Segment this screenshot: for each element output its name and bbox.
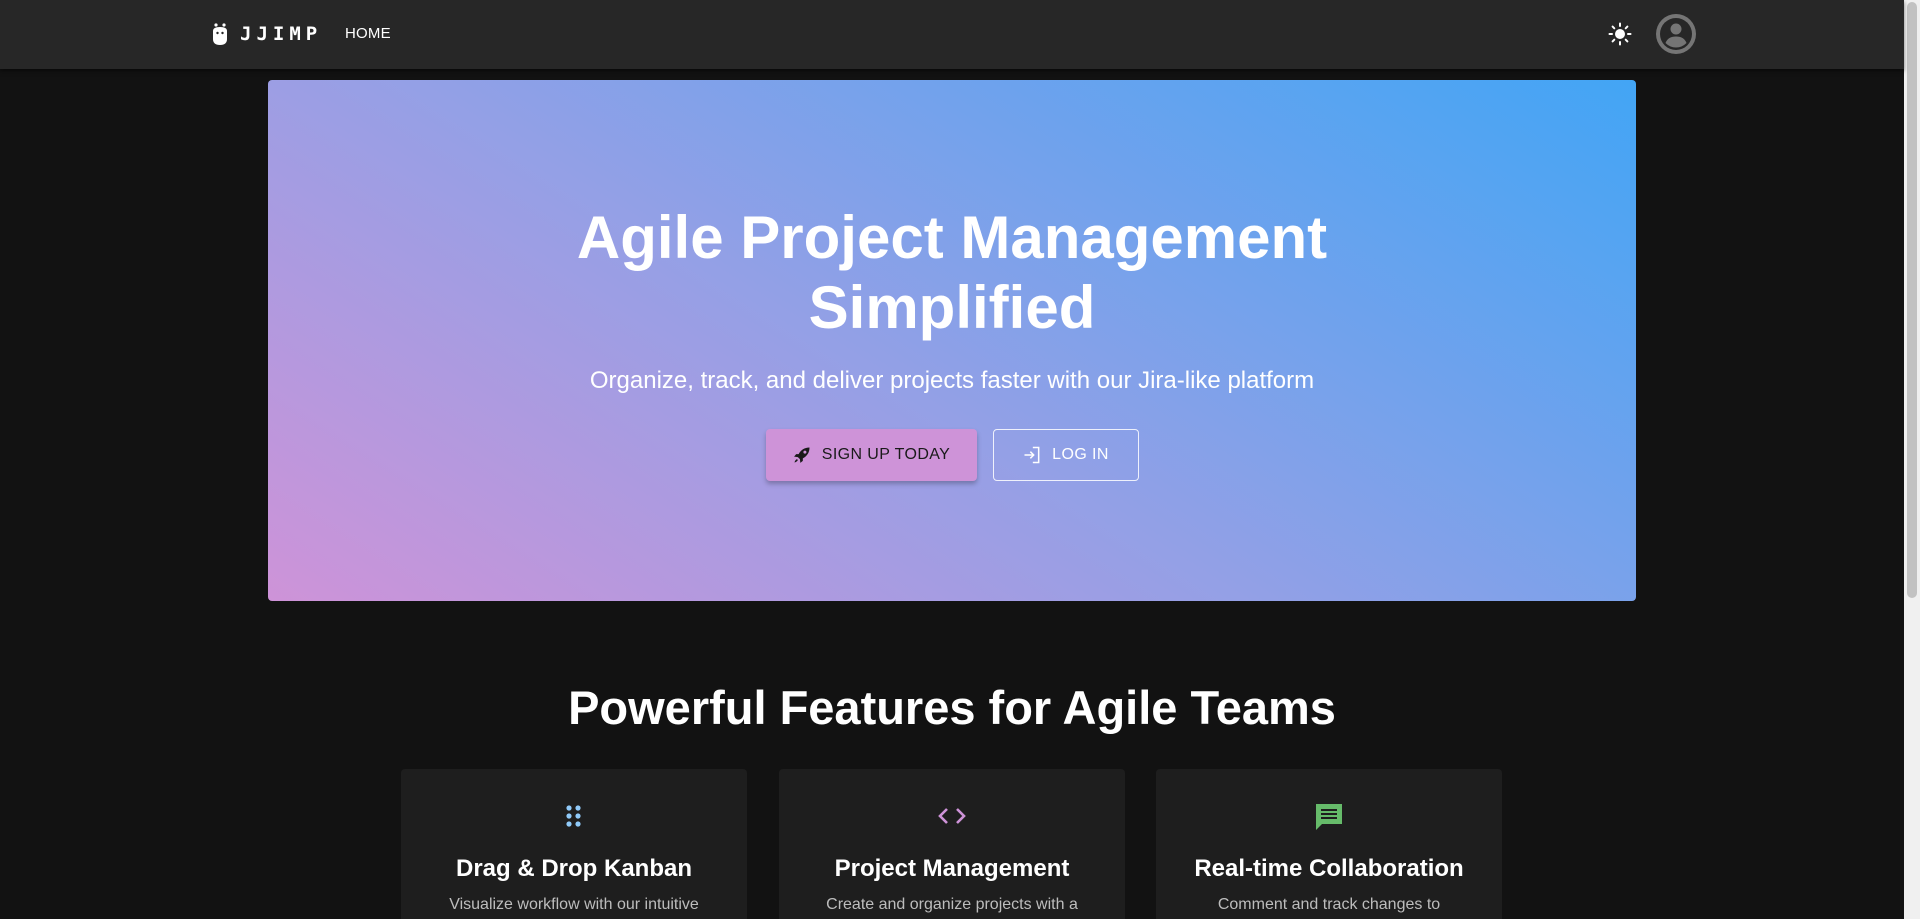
features-title: Powerful Features for Agile Teams — [568, 681, 1336, 734]
bug-icon — [213, 23, 227, 45]
login-icon — [1024, 446, 1040, 464]
feature-description: Visualize workflow with our intuitive — [449, 896, 699, 913]
brand-name: JJIMP — [240, 23, 323, 45]
feature-description: Create and organize projects with a — [826, 896, 1078, 913]
hero-title: Agile Project Management Simplified — [576, 204, 1328, 341]
code-icon — [938, 808, 966, 824]
log-in-button[interactable]: LOG IN — [992, 429, 1139, 481]
feature-card-project-management: Project Management Create and organize p… — [779, 769, 1125, 919]
account-circle-icon — [1656, 14, 1696, 54]
rocket-icon — [793, 447, 810, 463]
feature-title: Project Management — [834, 855, 1070, 882]
feature-title: Drag & Drop Kanban — [455, 855, 692, 882]
hero-subtitle: Organize, track, and deliver projects fa… — [589, 367, 1315, 394]
nav-home-link[interactable]: HOME — [345, 25, 391, 42]
feature-description: Comment and track changes to — [1217, 896, 1441, 913]
chat-icon — [1316, 804, 1342, 830]
brand-logo[interactable]: JJIMP — [210, 22, 322, 46]
theme-toggle-button[interactable] — [1604, 18, 1636, 50]
feature-card-kanban: Drag & Drop Kanban Visualize workflow wi… — [401, 769, 747, 919]
page-scrollbar[interactable] — [1904, 0, 1920, 919]
page: JJIMP HOME Agile Project Management Simp… — [0, 0, 1920, 919]
sun-icon — [1608, 22, 1632, 46]
sign-up-label: SIGN UP TODAY — [821, 446, 951, 463]
drag-indicator-icon — [566, 805, 581, 827]
scrollbar-thumb[interactable] — [1907, 2, 1917, 598]
sign-up-button[interactable]: SIGN UP TODAY — [765, 429, 977, 481]
hero-banner: Agile Project Management Simplified Orga… — [268, 80, 1636, 601]
feature-title: Real-time Collaboration — [1194, 855, 1464, 882]
hero-actions: SIGN UP TODAY LOG IN — [268, 429, 1636, 481]
account-button[interactable] — [1655, 13, 1697, 55]
app-bar: JJIMP HOME — [0, 0, 1904, 69]
feature-card-collaboration: Real-time Collaboration Comment and trac… — [1156, 769, 1502, 919]
log-in-label: LOG IN — [1052, 446, 1109, 463]
